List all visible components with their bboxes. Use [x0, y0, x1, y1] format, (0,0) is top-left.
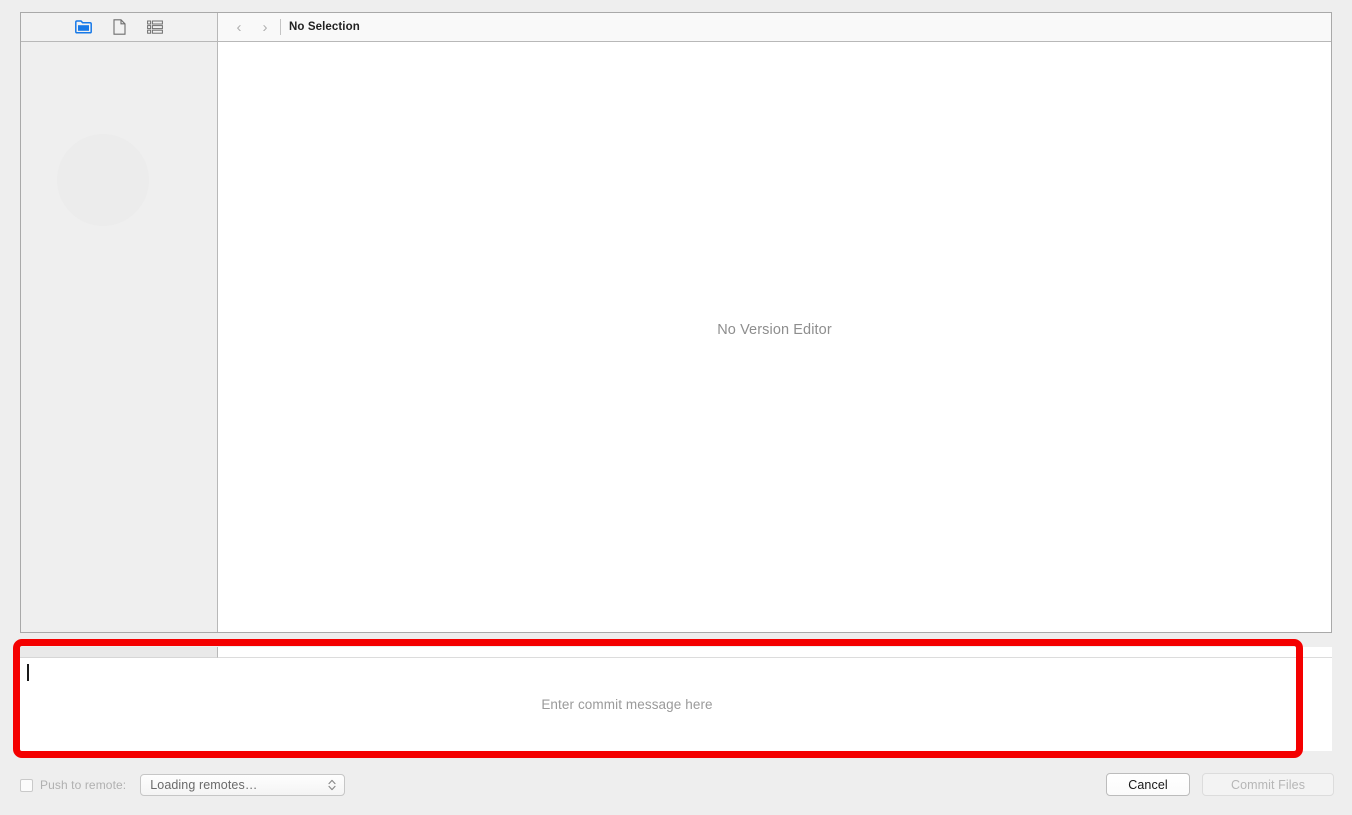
commit-strip-right	[218, 647, 1332, 658]
window-body: No Version Editor	[21, 42, 1331, 632]
sidebar-background-shape	[57, 134, 149, 226]
footer-bar: Push to remote: Loading remotes… Cancel …	[0, 763, 1352, 815]
text-caret	[27, 664, 29, 681]
commit-message-field[interactable]: Enter commit message here	[20, 658, 1332, 751]
navigator-toolbar	[21, 13, 218, 41]
navigator-sidebar[interactable]	[21, 42, 218, 632]
toolbar-divider	[280, 19, 281, 35]
commit-message-region: Enter commit message here	[20, 647, 1332, 751]
source-control-window: ‹ › No Selection No Version Editor	[20, 12, 1332, 633]
version-editor-pane: No Version Editor	[218, 42, 1331, 632]
push-to-remote-label: Push to remote:	[40, 778, 127, 792]
folder-icon[interactable]	[73, 17, 93, 37]
commit-files-button[interactable]: Commit Files	[1202, 773, 1334, 796]
back-chevron-icon[interactable]: ‹	[226, 16, 252, 38]
chevron-updown-icon	[328, 779, 336, 791]
push-to-remote-checkbox[interactable]	[20, 778, 33, 792]
footer-right-group: Cancel Commit Files	[1106, 773, 1334, 796]
footer-left-group: Push to remote: Loading remotes…	[20, 774, 346, 796]
remote-select-value: Loading remotes…	[150, 778, 258, 792]
no-version-editor-label: No Version Editor	[717, 322, 832, 338]
file-icon[interactable]	[109, 17, 129, 37]
list-icon[interactable]	[145, 17, 165, 37]
forward-chevron-icon[interactable]: ›	[252, 16, 278, 38]
commit-strip-left	[20, 647, 218, 658]
remote-select[interactable]: Loading remotes…	[140, 774, 346, 796]
commit-message-placeholder: Enter commit message here	[541, 697, 713, 712]
cancel-button[interactable]: Cancel	[1106, 773, 1190, 796]
toolbar: ‹ › No Selection	[21, 13, 1331, 42]
application-window: ‹ › No Selection No Version Editor Enter…	[0, 0, 1352, 815]
breadcrumb-selection-label: No Selection	[289, 21, 360, 33]
editor-toolbar: ‹ › No Selection	[218, 13, 1331, 41]
